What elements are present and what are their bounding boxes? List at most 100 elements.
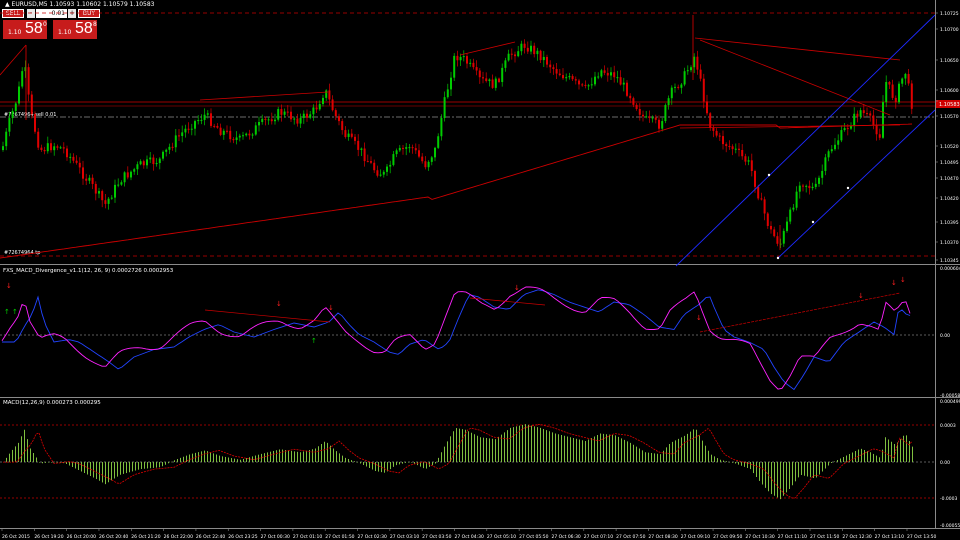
histogram-bar	[141, 462, 142, 470]
candle	[40, 144, 43, 152]
histogram-bar	[114, 462, 115, 479]
candle	[782, 228, 785, 247]
candle-body	[152, 157, 155, 165]
candle-body	[696, 56, 699, 70]
histogram-bar	[597, 435, 598, 462]
candle-body	[840, 130, 843, 141]
histogram-bar	[456, 428, 457, 462]
candle-body	[466, 56, 468, 64]
candle-body	[62, 147, 65, 149]
macd-histogram-indicator	[3, 423, 913, 500]
histogram-bar	[249, 457, 250, 462]
candle	[750, 153, 753, 177]
candle-body	[139, 161, 142, 165]
histogram-bar	[396, 462, 397, 466]
candle-body	[859, 110, 862, 117]
candle-body	[658, 119, 660, 129]
candle	[248, 129, 251, 140]
histogram-bar	[297, 451, 298, 462]
candle-body	[654, 117, 657, 120]
candle	[805, 184, 808, 193]
candle-body	[690, 67, 692, 71]
histogram-bar	[282, 449, 283, 462]
candle-body	[27, 67, 30, 95]
histogram-bar	[471, 432, 472, 462]
candle-body	[373, 162, 376, 171]
histogram-bar	[351, 460, 352, 462]
histogram-bar	[291, 450, 292, 462]
candle	[50, 139, 52, 153]
candle-body	[312, 107, 315, 115]
histogram-bar	[156, 462, 157, 468]
candle-body	[293, 118, 296, 120]
histogram-bar	[486, 438, 487, 462]
time-label: 26 Oct 2015	[2, 534, 30, 540]
histogram-bar	[492, 438, 493, 462]
histogram-bar	[246, 458, 247, 462]
candle	[382, 170, 385, 178]
histogram-bar	[6, 457, 7, 462]
histogram-bar	[375, 462, 376, 471]
candle-body	[242, 135, 244, 137]
candle	[459, 53, 462, 67]
histogram-bar	[789, 462, 790, 489]
candle-body	[795, 191, 798, 208]
candle-body	[667, 98, 670, 106]
candle	[91, 174, 94, 190]
candle	[312, 104, 315, 121]
histogram-bar	[204, 450, 205, 462]
candle-body	[702, 78, 705, 102]
histogram-bar	[891, 441, 892, 462]
candle	[507, 49, 510, 62]
candle-body	[456, 55, 459, 61]
candle	[424, 156, 427, 170]
sell-signal-arrow: ↓	[6, 282, 12, 290]
indicator-2-axis-label: 0.000499	[940, 399, 960, 405]
histogram-bar	[99, 462, 100, 481]
candle-body	[821, 170, 824, 178]
candle-body	[661, 121, 664, 129]
histogram-bar	[399, 462, 400, 465]
candle	[789, 207, 792, 225]
candle	[539, 49, 542, 63]
histogram-bar	[876, 455, 877, 462]
moving-average-line	[0, 123, 913, 259]
candle-body	[155, 163, 158, 165]
histogram-bar	[198, 452, 199, 462]
candle	[542, 50, 545, 68]
time-label: 27 Oct 11:50	[810, 534, 839, 540]
candle-body	[395, 150, 398, 155]
histogram-bar	[303, 451, 304, 462]
candle-body	[738, 148, 740, 150]
candle-body	[213, 125, 216, 127]
candle-body	[594, 76, 596, 85]
candle-body	[462, 56, 465, 58]
histogram-bar	[294, 451, 295, 462]
candle	[126, 166, 129, 180]
histogram-bar	[681, 437, 682, 462]
candle	[808, 180, 811, 195]
time-label: 27 Oct 05:50	[519, 534, 548, 540]
time-label: 27 Oct 13:10	[875, 534, 904, 540]
candle	[152, 154, 155, 171]
candle-body	[363, 148, 366, 162]
candle-body	[757, 186, 760, 199]
candle	[165, 148, 168, 157]
candle	[59, 145, 62, 150]
histogram-bar	[549, 431, 550, 462]
histogram-bar	[480, 437, 481, 462]
candle-body	[421, 156, 424, 162]
candle-body	[565, 77, 568, 79]
histogram-bar	[570, 437, 571, 462]
candle	[843, 122, 846, 132]
candle-body	[197, 120, 200, 122]
candle-body	[830, 149, 833, 152]
chart-canvas[interactable]: 1.10583 ↓↓ ↓↓↓↓↓ ↓↑ ↑↑ 1.107251.107001.1065…	[0, 0, 960, 540]
candle	[283, 108, 286, 118]
histogram-bar	[435, 462, 436, 464]
candle-body	[158, 158, 161, 164]
histogram-bar	[333, 448, 334, 462]
histogram-bar	[678, 438, 679, 462]
histogram-bar	[126, 462, 127, 474]
candle	[261, 114, 264, 125]
